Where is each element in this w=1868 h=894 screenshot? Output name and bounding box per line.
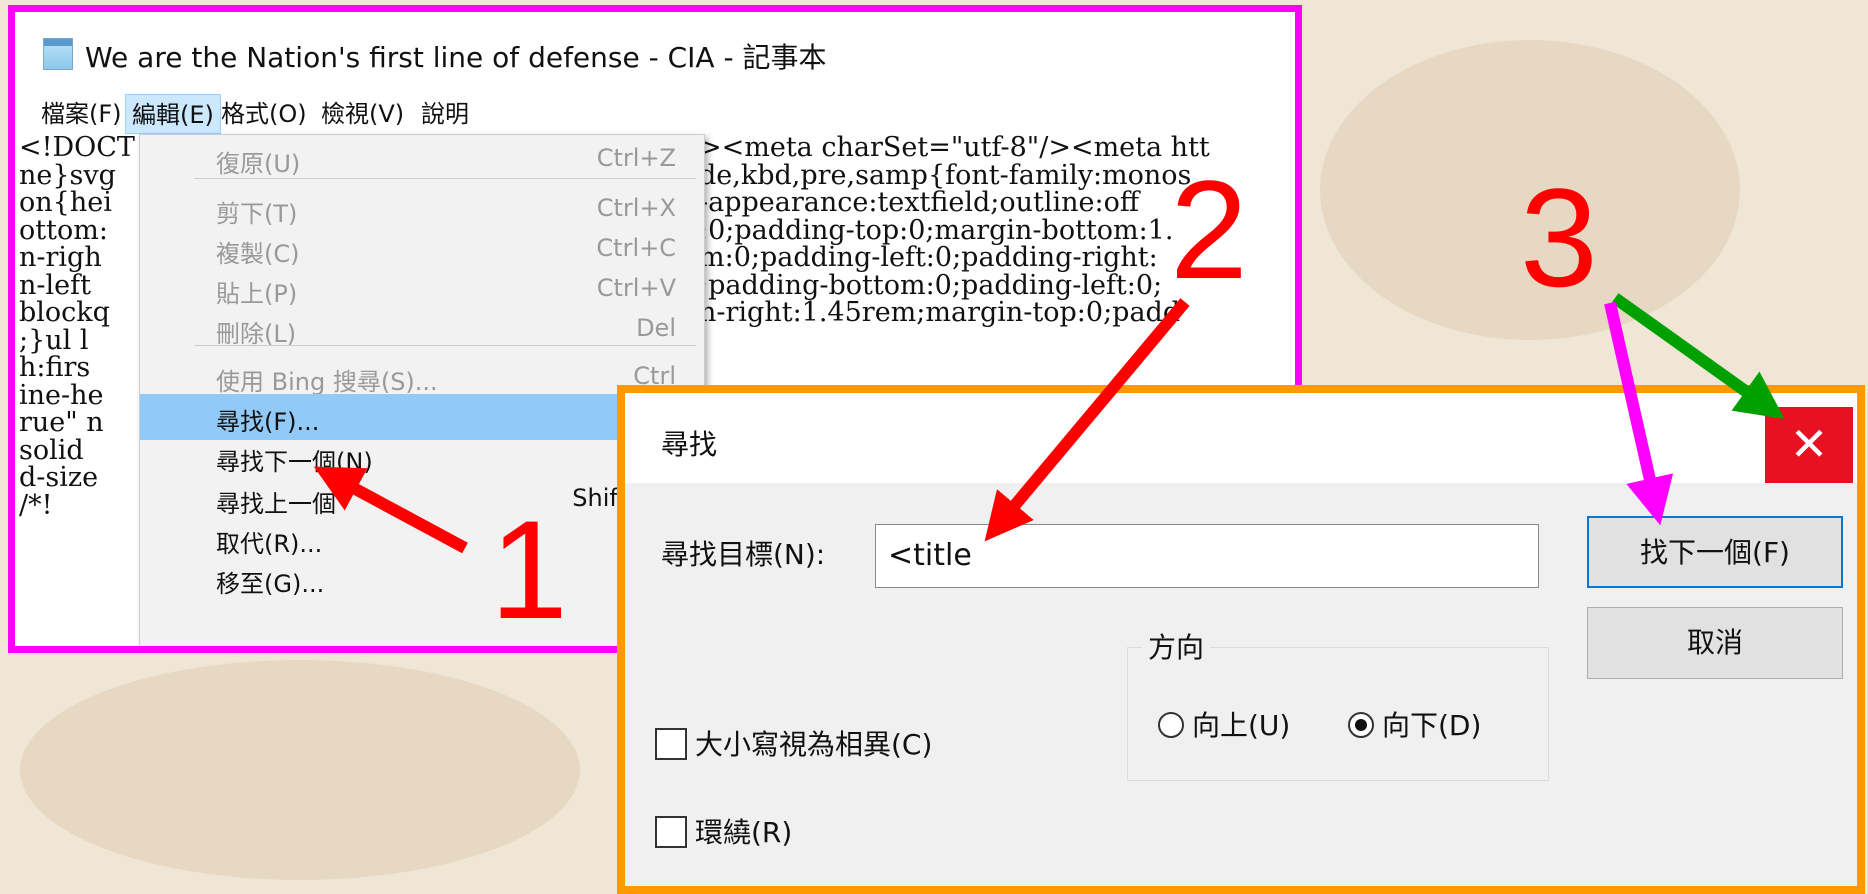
- step2-arrow: [984, 298, 1190, 542]
- step-3-label: 3: [1520, 159, 1598, 316]
- step1-arrow: [313, 466, 468, 554]
- step-2-label: 2: [1170, 151, 1248, 308]
- annotation-arrows: [313, 293, 1785, 554]
- step-1-label: 1: [490, 491, 568, 648]
- step3-arrow-magenta: [1604, 301, 1674, 526]
- step3-arrow-green: [1611, 293, 1785, 419]
